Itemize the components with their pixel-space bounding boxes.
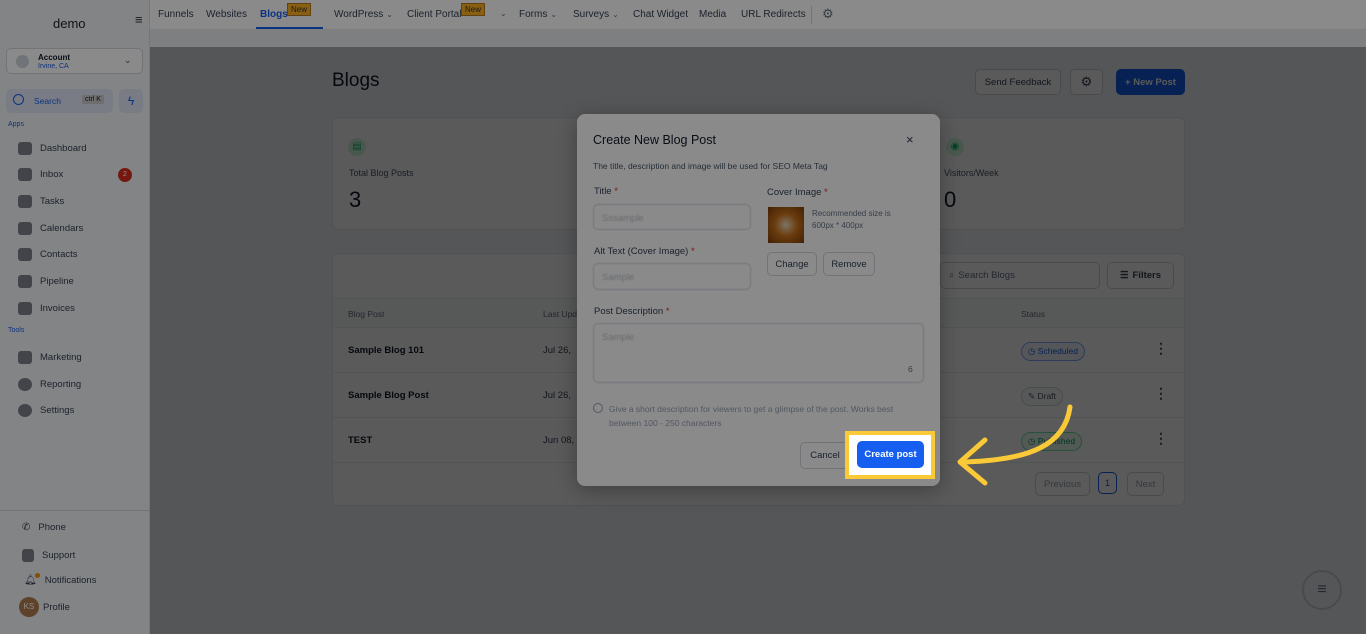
create-post-button[interactable]: Create post xyxy=(857,441,924,468)
pointer-arrow-icon xyxy=(957,404,1073,486)
tutorial-overlay xyxy=(0,0,1366,634)
